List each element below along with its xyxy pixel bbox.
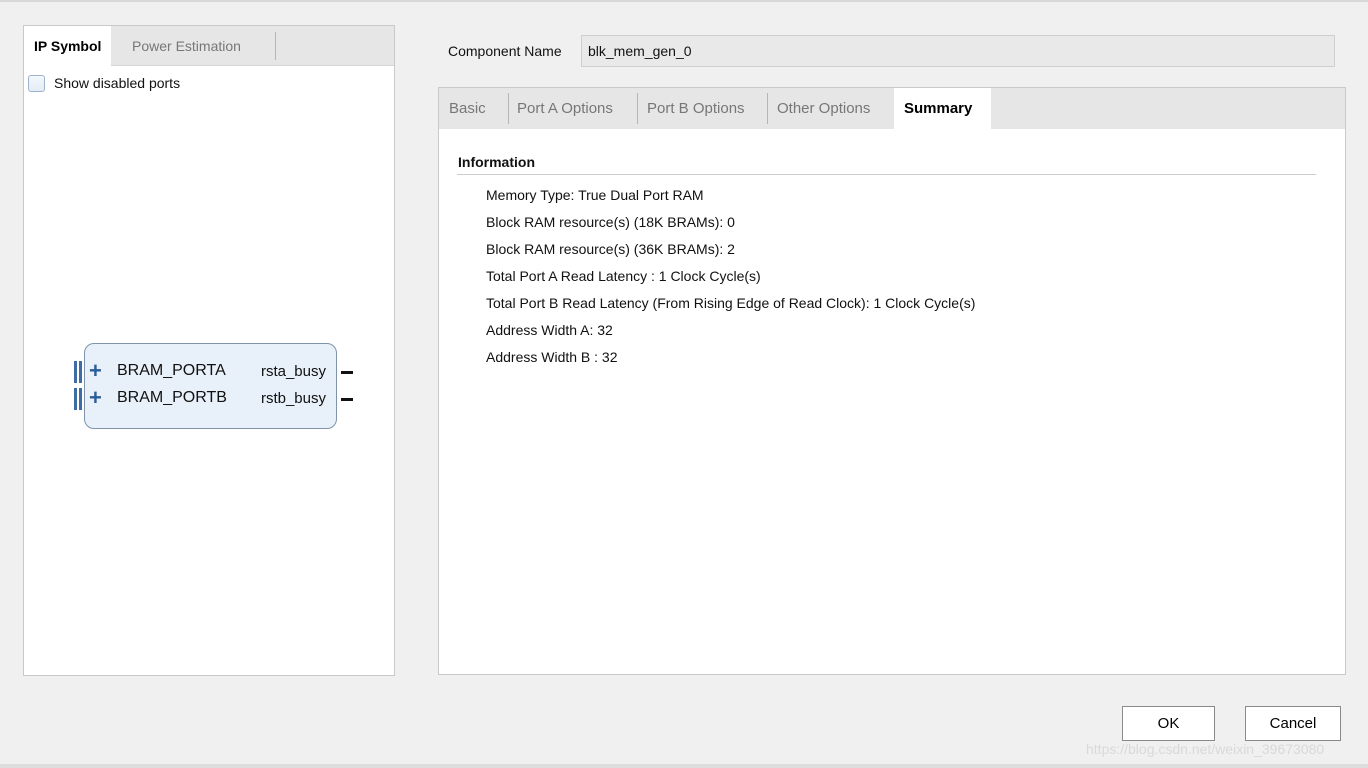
config-tab-bar: Basic Port A Options Port B Options Othe… [439, 88, 1345, 130]
port-b-latency-line: Total Port B Read Latency (From Rising E… [486, 295, 976, 311]
bus-interface-icon [74, 361, 83, 383]
port-row-a: + BRAM_PORTA rsta_busy [74, 360, 353, 384]
bram-36k-line: Block RAM resource(s) (36K BRAMs): 2 [486, 241, 735, 257]
show-disabled-ports-checkbox[interactable] [28, 74, 45, 92]
bram-18k-line: Block RAM resource(s) (18K BRAMs): 0 [486, 214, 735, 230]
output-port-name: rstb_busy [260, 390, 326, 407]
port-a-latency-line: Total Port A Read Latency : 1 Clock Cycl… [486, 268, 761, 284]
show-disabled-ports-label: Show disabled ports [54, 75, 181, 91]
output-port-name: rsta_busy [260, 363, 326, 380]
left-tab-bar: IP Symbol Power Estimation [24, 26, 394, 67]
information-heading: Information [458, 154, 535, 170]
expand-plus-icon[interactable]: + [89, 387, 102, 409]
expand-plus-icon[interactable]: + [89, 360, 102, 382]
output-pin [341, 371, 353, 374]
ok-button[interactable]: OK [1122, 706, 1215, 741]
ip-symbol-panel: IP Symbol Power Estimation Show disabled… [23, 25, 395, 676]
tab-separator [275, 32, 276, 60]
tab-other-options[interactable]: Other Options [767, 88, 880, 129]
bus-interface-icon [74, 388, 83, 410]
tab-basic[interactable]: Basic [439, 88, 496, 129]
tab-ip-symbol[interactable]: IP Symbol [24, 26, 112, 67]
summary-info-list: Memory Type: True Dual Port RAM Block RA… [486, 186, 975, 375]
top-divider [0, 0, 1368, 2]
watermark-text: https://blog.csdn.net/weixin_39673080 [1086, 741, 1325, 757]
tab-power-estimation[interactable]: Power Estimation [122, 26, 251, 66]
tab-summary[interactable]: Summary [894, 88, 991, 130]
bottom-divider [0, 764, 1368, 768]
port-row-b: + BRAM_PORTB rstb_busy [74, 387, 353, 411]
component-name-field[interactable] [581, 35, 1335, 67]
configuration-panel: Basic Port A Options Port B Options Othe… [438, 87, 1346, 675]
component-name-label: Component Name [448, 43, 562, 59]
port-name: BRAM_PORTB [117, 389, 227, 406]
output-pin [341, 398, 353, 401]
ip-block-symbol: + BRAM_PORTA rsta_busy + BRAM_PORTB rstb… [74, 343, 353, 429]
port-name: BRAM_PORTA [117, 362, 226, 379]
section-divider [457, 174, 1316, 175]
address-width-b-line: Address Width B : 32 [486, 349, 618, 365]
address-width-a-line: Address Width A: 32 [486, 322, 613, 338]
memory-type-line: Memory Type: True Dual Port RAM [486, 187, 704, 203]
cancel-button[interactable]: Cancel [1245, 706, 1341, 741]
tab-port-a-options[interactable]: Port A Options [507, 88, 623, 129]
show-disabled-ports-row[interactable]: Show disabled ports [28, 73, 180, 93]
tab-port-b-options[interactable]: Port B Options [637, 88, 755, 129]
